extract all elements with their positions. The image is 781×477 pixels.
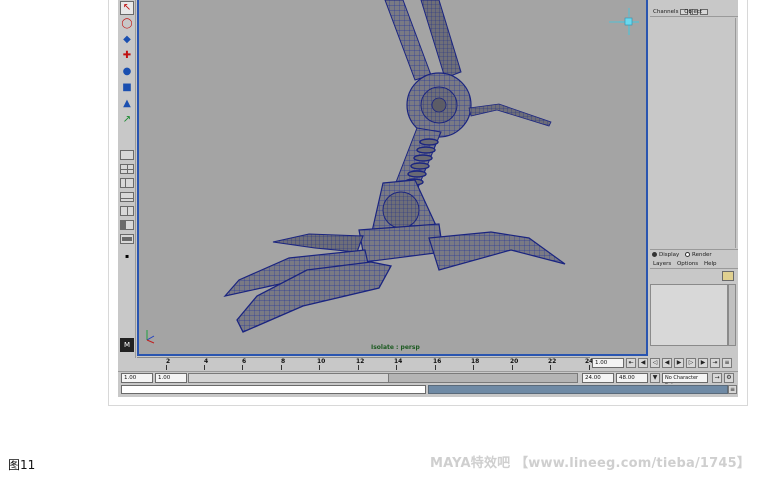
command-input[interactable]	[121, 385, 426, 394]
channel-box-menu: Channels Object	[650, 8, 738, 17]
four-view-layout-icon[interactable]	[120, 164, 134, 174]
tick-mark	[358, 365, 359, 370]
tick-label: 6	[242, 358, 247, 365]
go-to-start-icon[interactable]: ⇤	[626, 358, 636, 368]
menu-help[interactable]: Help	[704, 261, 717, 267]
step-back-key-icon[interactable]: ◀	[638, 358, 648, 368]
time-slider[interactable]: 2 4 6 8 10 12 14 16 18 20 22 24	[137, 357, 593, 370]
range-slider-handle[interactable]	[189, 374, 389, 382]
tick-mark	[396, 365, 397, 370]
last-tool-icon[interactable]: ↗	[120, 113, 134, 127]
view-axis-icon	[609, 8, 639, 35]
graph-editor-layout-icon[interactable]	[120, 234, 134, 244]
menu-channels[interactable]: Channels	[653, 9, 678, 15]
tick-mark	[242, 365, 243, 370]
tick-mark	[550, 365, 551, 370]
tick-label: 22	[548, 358, 557, 365]
persp-outliner-layout-icon[interactable]	[120, 178, 134, 188]
manipulator-tool-icon[interactable]: ▲	[120, 97, 134, 111]
channel-list[interactable]	[650, 18, 736, 248]
tick-mark	[473, 365, 474, 370]
origin-axis-icon	[146, 330, 155, 344]
auto-key-icon[interactable]: →	[712, 373, 722, 383]
paint-select-tool-icon[interactable]: ◆	[120, 33, 134, 47]
tick-label: 16	[433, 358, 442, 365]
step-forward-frame-icon[interactable]: ▷	[686, 358, 696, 368]
tick-label: 20	[510, 358, 519, 365]
outliner-layout-icon[interactable]	[120, 220, 134, 230]
viewport-camera-label: Isolate : persp	[371, 344, 420, 351]
menu-layers[interactable]: Layers	[653, 261, 671, 267]
display-radio[interactable]	[652, 252, 657, 257]
scale-tool-icon[interactable]: ■	[120, 81, 134, 95]
move-tool-icon[interactable]: ✚	[120, 49, 134, 63]
tick-label: 14	[394, 358, 403, 365]
toolbox: ↖ ◯ ◆ ✚ ● ■ ▲ ↗ ▪ M	[118, 0, 136, 358]
maya-logo-icon: M	[120, 338, 134, 352]
hypershade-layout-icon[interactable]	[120, 206, 134, 216]
rotate-tool-icon[interactable]: ●	[120, 65, 134, 79]
tick-mark	[512, 365, 513, 370]
site-watermark: MAYA特效吧 【www.lineeg.com/tieba/1745】	[430, 456, 751, 471]
tick-mark	[281, 365, 282, 370]
playback-start-field[interactable]: 1.00	[155, 373, 187, 383]
channel-box-toolbar	[680, 0, 720, 15]
tick-label: 12	[356, 358, 365, 365]
maya-window: ↖ ◯ ◆ ✚ ● ■ ▲ ↗ ▪ M Isolate: persp Chan…	[118, 0, 738, 397]
tick-label: 2	[166, 358, 171, 365]
tick-label: 4	[204, 358, 209, 365]
figure-caption: 图11	[8, 458, 36, 472]
tick-mark	[166, 365, 167, 370]
robot-claw-model	[146, 0, 639, 344]
new-layer-icon[interactable]	[722, 271, 734, 281]
range-slider[interactable]	[188, 373, 578, 383]
playback-end-field[interactable]: 24.00	[582, 373, 614, 383]
animation-prefs-icon[interactable]: ⚙	[724, 373, 734, 383]
render-radio[interactable]	[685, 252, 691, 257]
play-forward-icon[interactable]: ▶	[674, 358, 684, 368]
single-perspective-layout-icon[interactable]	[120, 150, 134, 160]
command-line-bar: ≡	[118, 384, 738, 395]
tick-label: 10	[317, 358, 326, 365]
layer-scrollbar[interactable]	[728, 284, 736, 346]
lasso-tool-icon[interactable]: ◯	[120, 17, 134, 31]
tick-label: 18	[471, 358, 480, 365]
character-set-dropdown-icon[interactable]: ▼	[650, 373, 660, 383]
tick-mark	[319, 365, 320, 370]
current-frame-field[interactable]: 1.00	[592, 358, 624, 368]
more-layouts-icon[interactable]: ▪	[120, 250, 134, 264]
animation-end-field[interactable]: 48.00	[616, 373, 648, 383]
layer-list[interactable]	[650, 284, 728, 346]
perspective-viewport[interactable]: Isolate : persp	[137, 0, 648, 356]
tick-mark	[589, 365, 590, 370]
channel-box: Channels Object Display Render Layers Op…	[650, 0, 738, 356]
select-tool-icon[interactable]: ↖	[120, 1, 134, 15]
layer-editor-menu: Layers Options Help	[650, 260, 738, 269]
animation-start-field[interactable]: 1.00	[121, 373, 153, 383]
step-back-frame-icon[interactable]: ◁	[650, 358, 660, 368]
layer-mode-bar: Display Render	[650, 249, 738, 259]
tick-mark	[435, 365, 436, 370]
display-mode-label: Display	[659, 252, 680, 258]
persp-graph-layout-icon[interactable]	[120, 192, 134, 202]
character-set-field[interactable]: No Character Set	[662, 373, 708, 389]
menu-options[interactable]: Options	[677, 261, 698, 267]
tick-label: 8	[281, 358, 286, 365]
step-forward-key-icon[interactable]: ▶	[698, 358, 708, 368]
menu-object[interactable]: Object	[684, 9, 702, 15]
command-feedback	[428, 385, 728, 394]
play-back-icon[interactable]: ◀	[662, 358, 672, 368]
range-slider-bar: 1.00 1.00 24.00 48.00 ▼ No Character Set…	[118, 371, 738, 389]
render-mode-label: Render	[692, 252, 712, 258]
script-editor-icon[interactable]: ≡	[728, 385, 737, 394]
tick-mark	[204, 365, 205, 370]
playback-options-icon[interactable]: ≡	[722, 358, 732, 368]
go-to-end-icon[interactable]: ⇥	[710, 358, 720, 368]
